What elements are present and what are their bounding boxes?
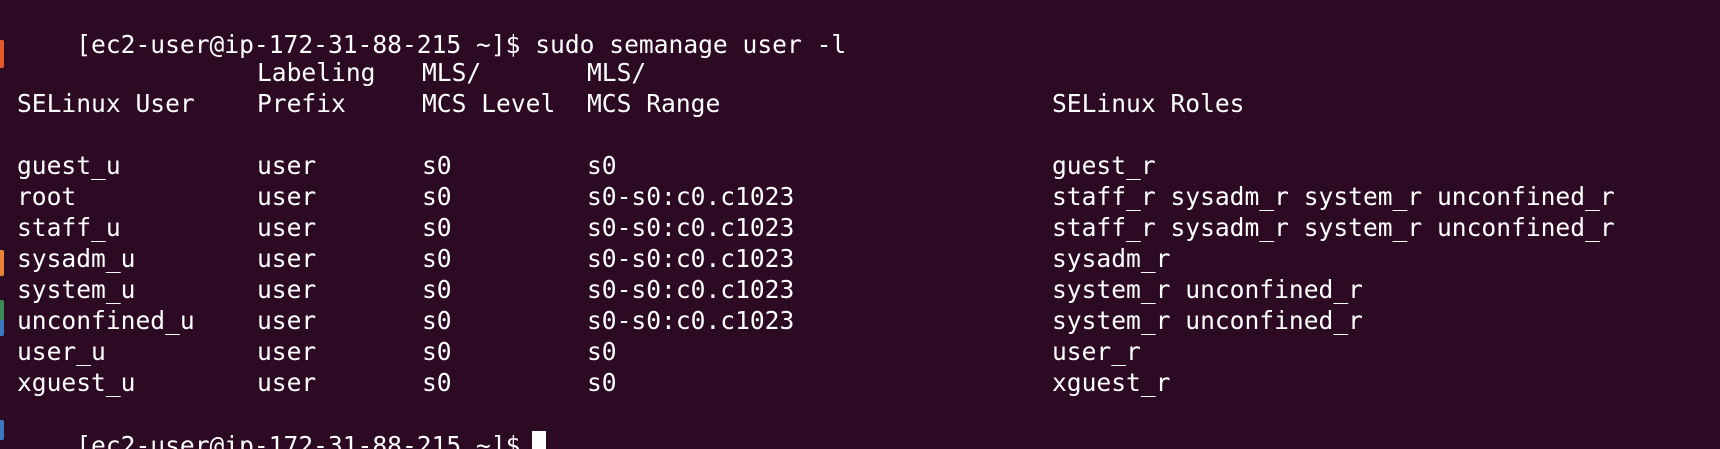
table-header-bottom: SELinux User Prefix MCS Level MCS Range … <box>17 88 1717 119</box>
table-header-top: Labeling MLS/ MLS/ <box>17 57 1717 88</box>
header-mcs-level: MCS Level <box>422 89 556 118</box>
cell-level: s0 <box>422 213 452 242</box>
shell-prompt: [ec2-user@ip-172-31-88-215 ~]$ <box>76 431 521 449</box>
cell-level: s0 <box>422 275 452 304</box>
table-row: guest_u user s0 s0 guest_r <box>17 150 1717 181</box>
cell-user: system_u <box>17 275 136 304</box>
shell-command: sudo semanage user -l <box>535 30 847 59</box>
cell-range: s0 <box>587 151 617 180</box>
cell-roles: system_r unconfined_r <box>1052 275 1363 304</box>
dock-icon-fragment <box>0 320 4 336</box>
cell-prefix: user <box>257 275 317 304</box>
table-row: sysadm_u user s0 s0-s0:c0.c1023 sysadm_r <box>17 243 1717 274</box>
cell-user: user_u <box>17 337 106 366</box>
table-row: staff_u user s0 s0-s0:c0.c1023 staff_r s… <box>17 212 1717 243</box>
cell-roles: user_r <box>1052 337 1141 366</box>
cell-roles: staff_r sysadm_r system_r unconfined_r <box>1052 213 1615 242</box>
table-row: user_u user s0 s0 user_r <box>17 336 1717 367</box>
cell-prefix: user <box>257 244 317 273</box>
header-selinux-roles: SELinux Roles <box>1052 89 1245 118</box>
cell-prefix: user <box>257 337 317 366</box>
shell-prompt: [ec2-user@ip-172-31-88-215 ~]$ <box>76 30 521 59</box>
header-prefix-top: Labeling <box>257 58 376 87</box>
cell-range: s0 <box>587 337 617 366</box>
table-row: xguest_u user s0 s0 xguest_r <box>17 367 1717 398</box>
cell-roles: guest_r <box>1052 151 1156 180</box>
command-line: [ec2-user@ip-172-31-88-215 ~]$ sudo sema… <box>17 0 846 59</box>
cell-range: s0-s0:c0.c1023 <box>587 275 795 304</box>
cell-user: staff_u <box>17 213 121 242</box>
cell-user: guest_u <box>17 151 121 180</box>
header-selinux-user: SELinux User <box>17 89 195 118</box>
dock-edge <box>0 0 4 449</box>
cell-user: root <box>17 182 77 211</box>
cell-user: xguest_u <box>17 368 136 397</box>
cell-roles: sysadm_r <box>1052 244 1171 273</box>
terminal-window[interactable]: [ec2-user@ip-172-31-88-215 ~]$ sudo sema… <box>0 0 1720 449</box>
text-cursor <box>532 431 547 449</box>
cell-range: s0-s0:c0.c1023 <box>587 213 795 242</box>
dock-icon-fragment <box>0 250 4 276</box>
cell-level: s0 <box>422 368 452 397</box>
table-row: root user s0 s0-s0:c0.c1023 staff_r sysa… <box>17 181 1717 212</box>
cell-user: sysadm_u <box>17 244 136 273</box>
header-level-top: MLS/ <box>422 58 482 87</box>
cell-roles: xguest_r <box>1052 368 1171 397</box>
cell-level: s0 <box>422 182 452 211</box>
dock-icon-fragment <box>0 40 4 68</box>
header-range-top: MLS/ <box>587 58 647 87</box>
cell-level: s0 <box>422 151 452 180</box>
header-prefix: Prefix <box>257 89 346 118</box>
cell-prefix: user <box>257 306 317 335</box>
cell-user: unconfined_u <box>17 306 195 335</box>
cell-level: s0 <box>422 306 452 335</box>
cell-range: s0-s0:c0.c1023 <box>587 244 795 273</box>
cell-prefix: user <box>257 213 317 242</box>
cell-level: s0 <box>422 244 452 273</box>
dock-icon-fragment <box>0 420 4 440</box>
cell-range: s0-s0:c0.c1023 <box>587 306 795 335</box>
table-row: system_u user s0 s0-s0:c0.c1023 system_r… <box>17 274 1717 305</box>
cell-prefix: user <box>257 182 317 211</box>
cell-prefix: user <box>257 151 317 180</box>
cell-roles: system_r unconfined_r <box>1052 306 1363 335</box>
table-row: unconfined_u user s0 s0-s0:c0.c1023 syst… <box>17 305 1717 336</box>
prompt-line[interactable]: [ec2-user@ip-172-31-88-215 ~]$ <box>17 399 547 449</box>
header-mcs-range: MCS Range <box>587 89 721 118</box>
cell-range: s0 <box>587 368 617 397</box>
cell-roles: staff_r sysadm_r system_r unconfined_r <box>1052 182 1615 211</box>
cell-prefix: user <box>257 368 317 397</box>
cell-level: s0 <box>422 337 452 366</box>
cell-range: s0-s0:c0.c1023 <box>587 182 795 211</box>
